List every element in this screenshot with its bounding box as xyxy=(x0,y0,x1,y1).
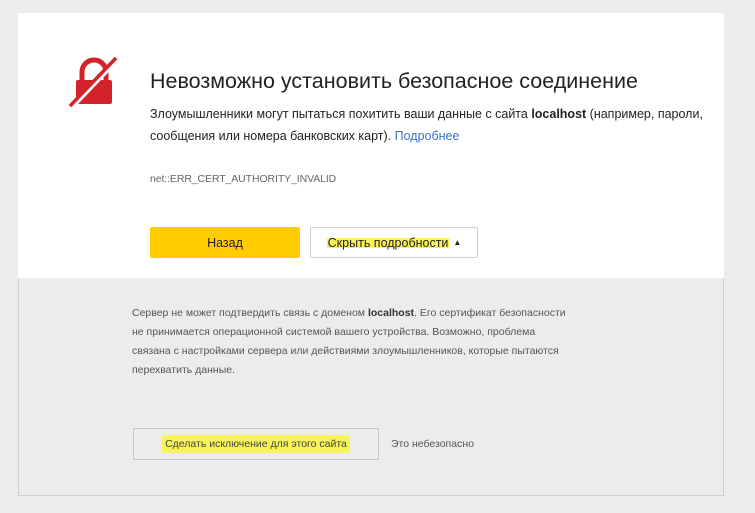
details-host: localhost xyxy=(367,307,415,319)
page-title: Невозможно установить безопасное соедине… xyxy=(150,69,638,94)
hide-details-button[interactable]: Скрыть подробности ▲ xyxy=(310,227,478,258)
host-name: localhost xyxy=(531,107,587,121)
broken-lock-icon xyxy=(68,56,120,108)
back-button[interactable]: Назад xyxy=(150,227,300,258)
details-text-start: Сервер не может подтвердить связь с доме… xyxy=(132,307,368,319)
more-link[interactable]: Подробнее xyxy=(395,129,460,143)
unsafe-note: Это небезопасно xyxy=(391,438,474,450)
details-text: Сервер не может подтвердить связь с доме… xyxy=(132,304,572,380)
caret-up-icon: ▲ xyxy=(453,238,462,247)
error-description: Злоумышленники могут пытаться похитить в… xyxy=(150,103,720,147)
add-exception-button[interactable]: Сделать исключение для этого сайта xyxy=(133,428,379,460)
add-exception-label: Сделать исключение для этого сайта xyxy=(162,435,350,453)
hide-details-label: Скрыть подробности xyxy=(326,234,450,251)
error-card: Невозможно установить безопасное соедине… xyxy=(18,13,724,278)
details-panel: Сервер не может подтвердить связь с доме… xyxy=(18,278,724,496)
description-text: Злоумышленники могут пытаться похитить в… xyxy=(150,107,532,121)
error-code: net::ERR_CERT_AUTHORITY_INVALID xyxy=(150,173,337,185)
